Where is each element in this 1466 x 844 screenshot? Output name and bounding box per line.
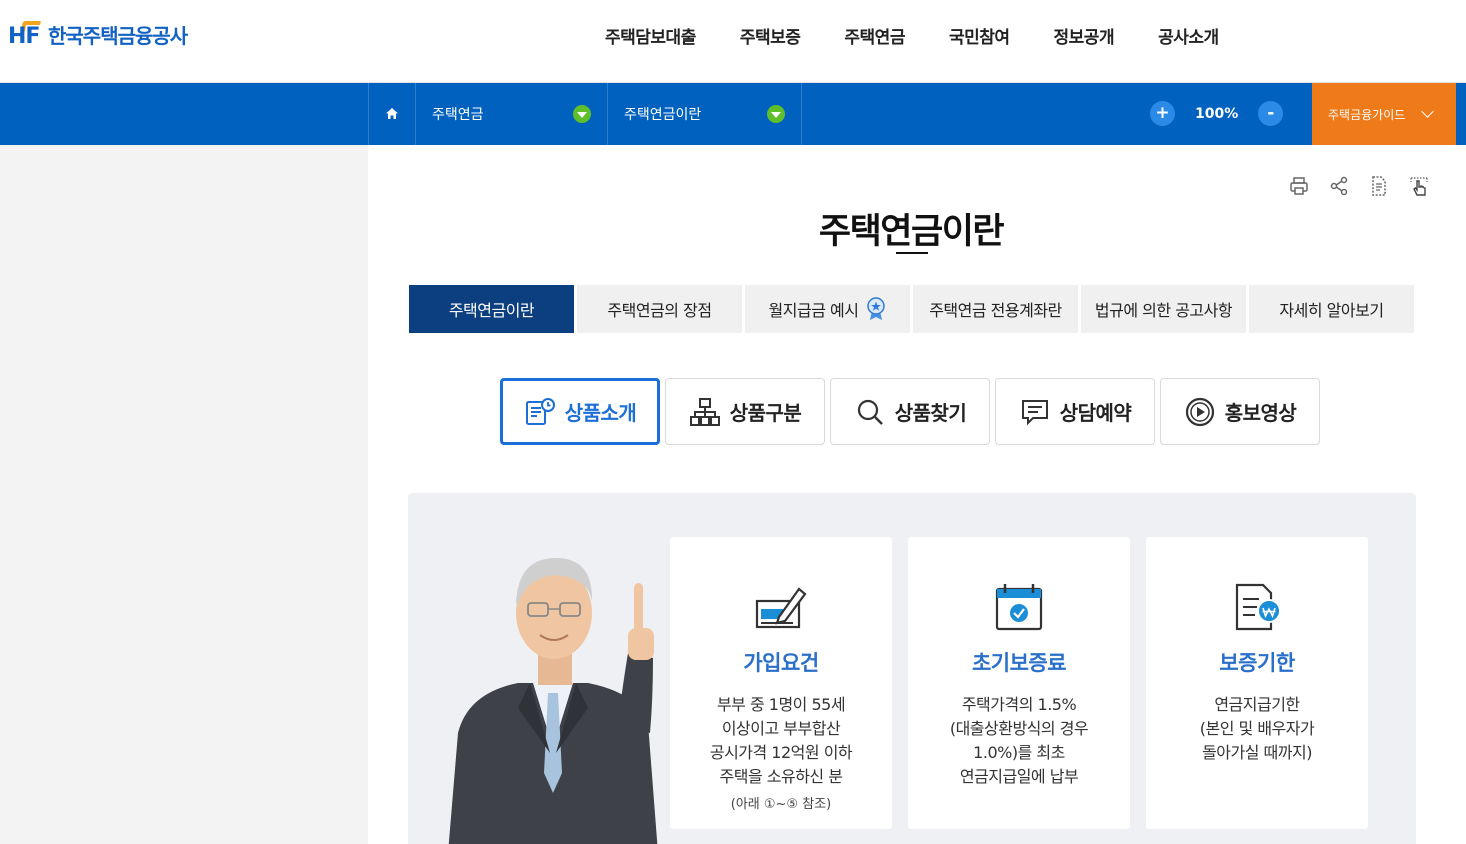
page: HF 한국주택금융공사 주택담보대출 주택보증 주택연금 국민참여 정보공개 공…: [0, 0, 1466, 844]
card-initial-guarantee-fee: 초기보증료 주택가격의 1.5% (대출상환방식의 경우 1.0%)를 최초 연…: [908, 537, 1130, 829]
location-dropdown-level2[interactable]: 주택연금이란: [608, 83, 802, 145]
zoom-out-button[interactable]: -: [1258, 101, 1284, 126]
card-guarantee-period: 보증기한 연금지급기한 (본인 및 배우자가 돌아가실 때까지): [1146, 537, 1368, 829]
location-level1-label: 주택연금: [432, 107, 484, 123]
location-level2-label: 주택연금이란: [624, 107, 702, 123]
zoom-level: 100%: [1195, 105, 1239, 122]
won-document-icon: [1235, 583, 1281, 631]
page-tools: [1288, 175, 1430, 197]
chevron-down-icon: [1421, 105, 1435, 118]
tab-monthly-payment-example[interactable]: 월지급금 예시: [745, 285, 910, 333]
subtab-consultation-booking[interactable]: 상담예약: [995, 378, 1155, 445]
card-description: 연금지급기한 (본인 및 배우자가 돌아가실 때까지): [1146, 693, 1368, 765]
dropdown-arrow-icon: [767, 105, 785, 123]
card-desc-line: (본인 및 배우자가: [1199, 719, 1315, 738]
main-nav: 주택담보대출 주택보증 주택연금 국민참여 정보공개 공사소개: [583, 0, 1241, 70]
zoom-control: + 100% -: [1150, 101, 1284, 126]
subtab-promo-video[interactable]: 홍보영상: [1160, 378, 1320, 445]
subtab-label: 홍보영상: [1224, 401, 1297, 425]
tab-label: 주택연금 전용계좌란: [929, 301, 1062, 320]
tab-label: 자세히 알아보기: [1279, 301, 1384, 320]
site-logo[interactable]: HF 한국주택금융공사: [8, 20, 188, 49]
card-desc-line: 이상이고 부부합산: [721, 719, 841, 738]
location-dropdown-level1[interactable]: 주택연금: [416, 83, 608, 145]
card-title: 보증기한: [1219, 651, 1295, 675]
dropdown-arrow-icon: [573, 105, 591, 123]
touch-gesture-icon[interactable]: [1408, 175, 1430, 197]
card-description: 부부 중 1명이 55세 이상이고 부부합산 공시가격 12억원 이하 주택을 …: [670, 693, 892, 789]
content-tabs: 주택연금이란 주택연금의 장점 월지급금 예시 주택연금 전용계좌란 법규에 의…: [409, 285, 1414, 333]
title-underline: [896, 252, 928, 254]
card-desc-line: 연금지급기한: [1214, 695, 1300, 714]
tab-dedicated-account[interactable]: 주택연금 전용계좌란: [913, 285, 1078, 333]
share-icon[interactable]: [1328, 175, 1350, 197]
card-note: (아래 ①~⑤ 참조): [730, 797, 832, 812]
card-eligibility: 가입요건 부부 중 1명이 55세 이상이고 부부합산 공시가격 12억원 이하…: [670, 537, 892, 829]
product-summary-panel: 가입요건 부부 중 1명이 55세 이상이고 부부합산 공시가격 12억원 이하…: [408, 493, 1416, 844]
tab-label: 월지급금 예시: [768, 301, 859, 320]
zoom-in-button[interactable]: +: [1150, 101, 1175, 126]
hf-logo-icon: HF: [8, 20, 41, 49]
subtab-label: 상담예약: [1059, 401, 1132, 425]
nav-item-loan[interactable]: 주택담보대출: [583, 0, 718, 70]
tab-what-is-pension[interactable]: 주택연금이란: [409, 285, 574, 333]
subtab-label: 상품구분: [729, 401, 802, 425]
search-icon: [857, 399, 883, 425]
nav-item-disclosure[interactable]: 정보공개: [1032, 0, 1137, 70]
subtab-product-types[interactable]: 상품구분: [665, 378, 825, 445]
spokesperson-image: [448, 558, 658, 844]
card-desc-line: 돌아가실 때까지): [1202, 743, 1312, 762]
home-button[interactable]: [368, 83, 416, 145]
card-desc-line: 주택을 소유하신 분: [719, 767, 843, 786]
product-document-icon: [525, 397, 555, 425]
card-desc-line: 공시가격 12억원 이하: [709, 743, 853, 762]
tab-advantages[interactable]: 주택연금의 장점: [577, 285, 742, 333]
calendar-check-icon: [995, 584, 1043, 631]
tab-label: 주택연금의 장점: [607, 301, 712, 320]
page-title: 주택연금이란: [818, 212, 1005, 252]
subtab-product-intro[interactable]: 상품소개: [500, 378, 660, 445]
tab-label: 주택연금이란: [448, 301, 535, 320]
card-desc-line: 1.0%)를 최초: [973, 743, 1065, 762]
home-icon: [386, 108, 398, 119]
tab-label: 법규에 의한 공고사항: [1094, 301, 1233, 320]
main-content: 주택연금이란 주택연금이란 주택연금의 장점 월지급금 예시 주택연금 전용계좌…: [368, 145, 1466, 844]
card-title: 가입요건: [743, 651, 819, 675]
card-description: 주택가격의 1.5% (대출상환방식의 경우 1.0%)를 최초 연금지급일에 …: [908, 693, 1130, 789]
sub-tabs: 상품소개 상품구분 상품찾기 상담예약 홍보영상: [500, 378, 1320, 445]
signing-document-icon: [755, 587, 807, 629]
card-desc-line: 주택가격의 1.5%: [961, 695, 1077, 714]
summary-cards: 가입요건 부부 중 1명이 55세 이상이고 부부합산 공시가격 12억원 이하…: [670, 537, 1368, 829]
nav-item-participation[interactable]: 국민참여: [927, 0, 1032, 70]
subtab-label: 상품소개: [564, 401, 637, 425]
tab-legal-notices[interactable]: 법규에 의한 공고사항: [1081, 285, 1246, 333]
housing-finance-guide-button[interactable]: 주택금융가이드: [1312, 83, 1456, 145]
medal-icon: [867, 297, 886, 320]
chat-icon: [1021, 399, 1048, 425]
tab-learn-more[interactable]: 자세히 알아보기: [1249, 285, 1414, 333]
card-desc-line: (대출상환방식의 경우: [949, 719, 1089, 738]
location-bar: 주택연금 주택연금이란 + 100% - 주택금융가이드: [0, 83, 1466, 145]
logo-text: 한국주택금융공사: [48, 24, 188, 48]
card-desc-line: 연금지급일에 납부: [959, 767, 1079, 786]
guide-label: 주택금융가이드: [1328, 107, 1406, 122]
card-title: 초기보증료: [971, 651, 1067, 675]
document-icon[interactable]: [1368, 175, 1390, 197]
play-icon: [1185, 397, 1214, 426]
nav-item-about[interactable]: 공사소개: [1136, 0, 1241, 70]
sitemap-icon: [689, 397, 720, 426]
card-desc-line: 부부 중 1명이 55세: [716, 695, 846, 714]
subtab-label: 상품찾기: [894, 401, 967, 425]
print-icon[interactable]: [1288, 175, 1310, 197]
subtab-product-search[interactable]: 상품찾기: [830, 378, 990, 445]
site-header: HF 한국주택금융공사 주택담보대출 주택보증 주택연금 국민참여 정보공개 공…: [0, 0, 1466, 83]
nav-item-guarantee[interactable]: 주택보증: [718, 0, 823, 70]
logo-mark-text: HF: [8, 23, 40, 49]
nav-item-pension[interactable]: 주택연금: [822, 0, 927, 70]
